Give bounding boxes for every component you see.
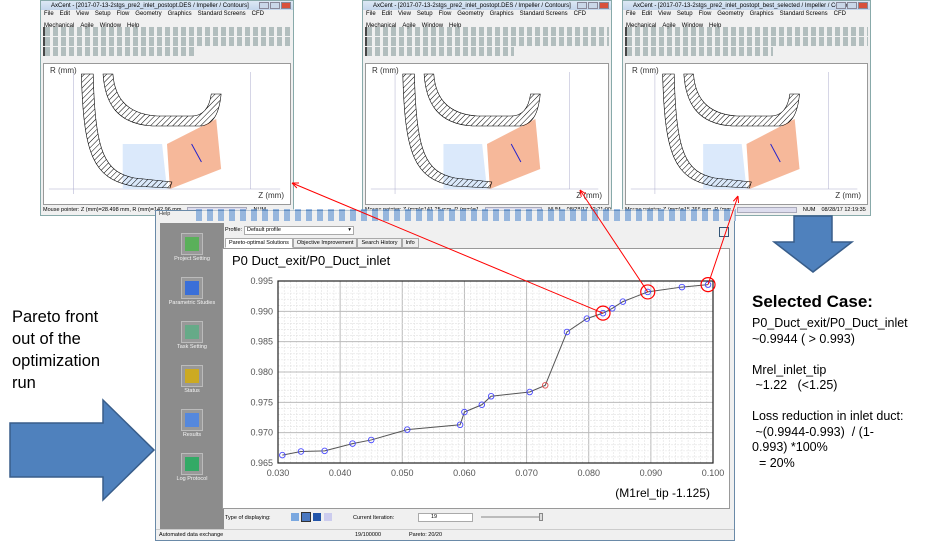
- x-tick-label: 0.070: [515, 468, 538, 478]
- x-tick-label: 0.040: [329, 468, 352, 478]
- callout-line: [707, 195, 739, 285]
- chart-title: P0 Duct_exit/P0_Duct_inlet: [232, 253, 391, 268]
- summary-line: = 20%: [752, 455, 795, 470]
- x-axis-label: (M1rel_tip -1.125): [615, 486, 710, 500]
- callout-arrowhead: [579, 189, 587, 197]
- y-tick-label: 0.965: [250, 458, 273, 468]
- summary-line: ~0.9944 ( > 0.993): [752, 331, 855, 346]
- y-tick-label: 0.990: [250, 306, 273, 316]
- y-tick-label: 0.975: [250, 397, 273, 407]
- x-tick-label: 0.100: [702, 468, 725, 478]
- y-tick-label: 0.985: [250, 337, 273, 347]
- x-tick-label: 0.050: [391, 468, 414, 478]
- x-tick-label: 0.090: [640, 468, 663, 478]
- right-arrow-icon: [9, 398, 156, 502]
- y-tick-label: 0.995: [250, 276, 273, 286]
- summary-line: Loss reduction in inlet duct:: [752, 409, 904, 423]
- y-tick-label: 0.980: [250, 367, 273, 377]
- pareto-front-caption: Pareto front out of the optimization run: [12, 308, 101, 392]
- summary-line: ~1.22 (<1.25): [752, 378, 838, 392]
- x-tick-label: 0.080: [577, 468, 600, 478]
- summary-line: P0_Duct_exit/P0_Duct_inlet: [752, 316, 908, 330]
- selected-case-summary: Selected Case: P0_Duct_exit/P0_Duct_inle…: [752, 292, 930, 471]
- y-tick-label: 0.970: [250, 428, 273, 438]
- summary-line: [752, 394, 930, 410]
- summary-line: 0.993) *100%: [752, 440, 828, 454]
- summary-line: Mrel_inlet_tip: [752, 362, 827, 377]
- selected-case-heading: Selected Case:: [752, 292, 873, 311]
- down-arrow-icon: [772, 215, 854, 273]
- summary-line: [752, 347, 930, 363]
- x-tick-label: 0.060: [453, 468, 476, 478]
- callout-line: [579, 189, 649, 293]
- summary-line: ~(0.9944-0.993) / (1-: [752, 424, 874, 439]
- x-tick-label: 0.030: [267, 468, 290, 478]
